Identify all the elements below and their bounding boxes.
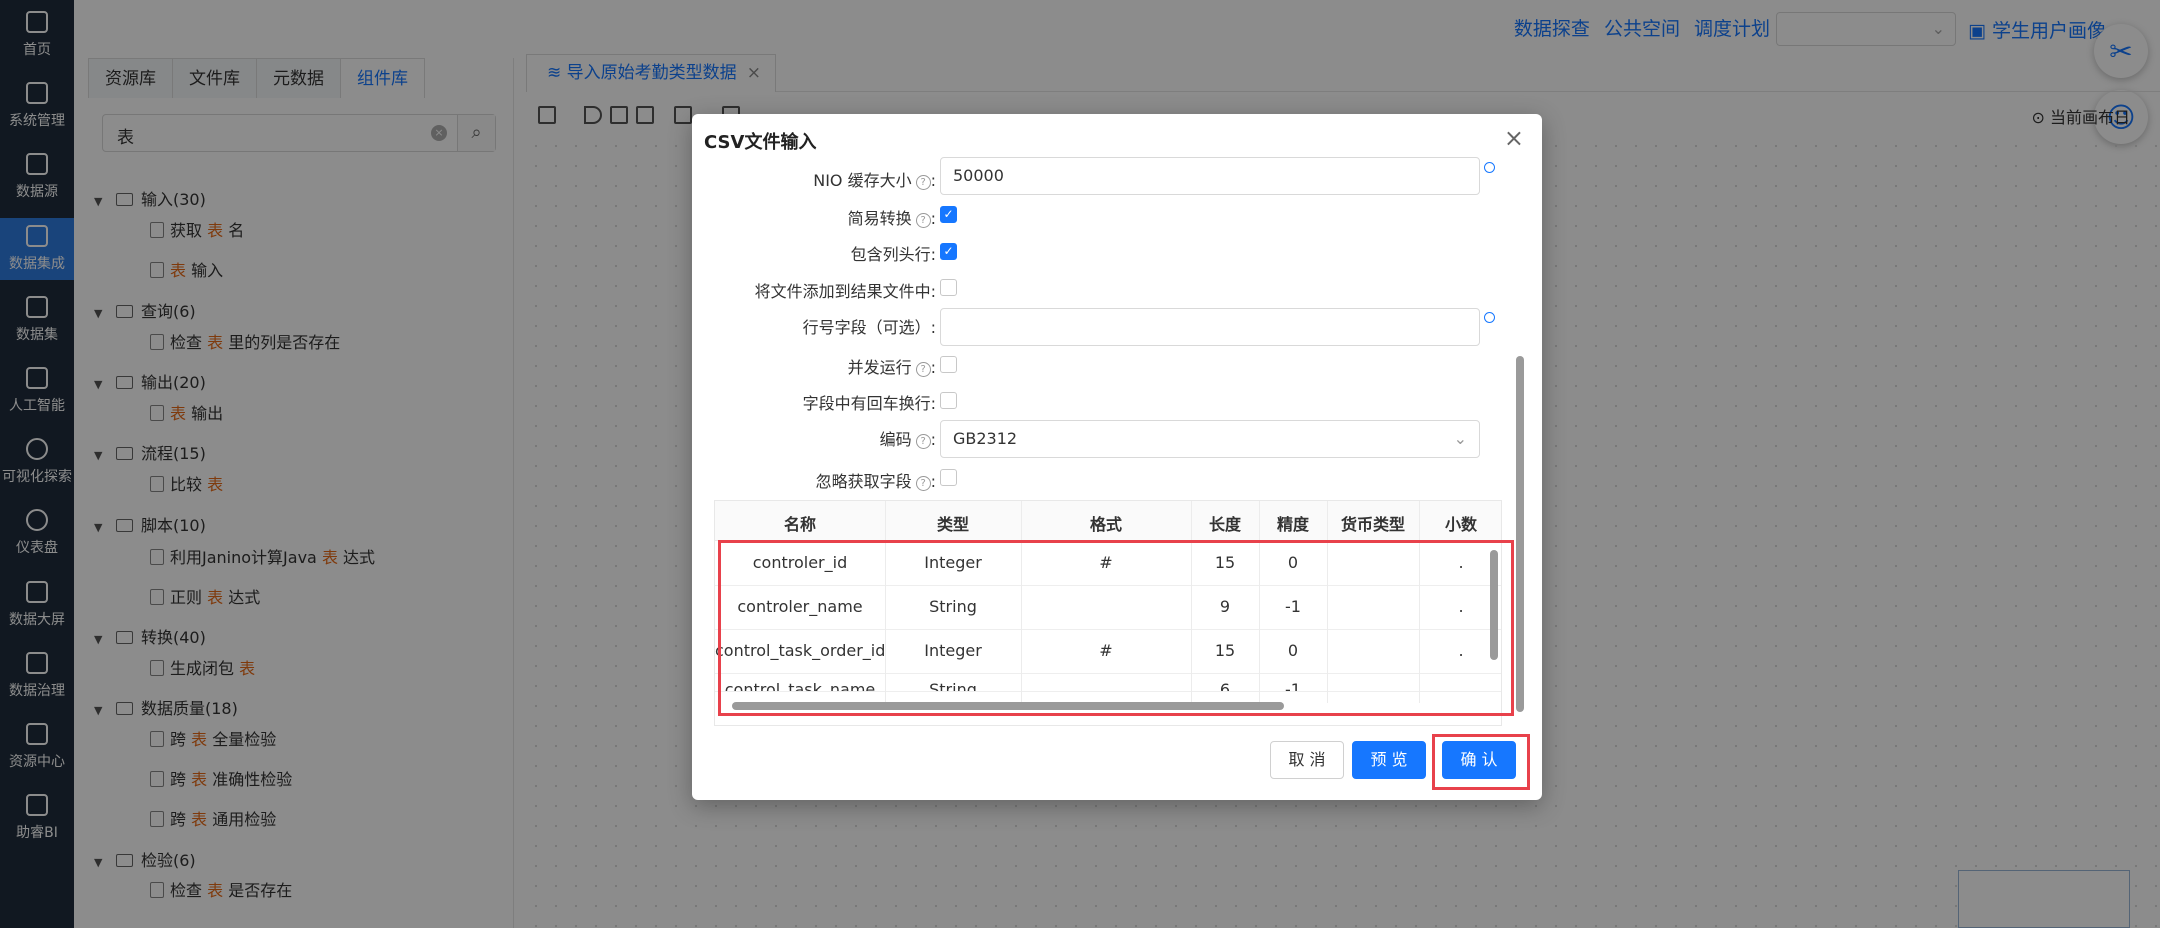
rownum-field-input[interactable] xyxy=(940,308,1480,346)
lazy-label: 简易转换 xyxy=(847,209,912,228)
highlight-box-table xyxy=(718,540,1514,716)
nio-buffer-input[interactable]: 50000 xyxy=(940,157,1480,195)
help-icon[interactable]: ? xyxy=(915,213,931,228)
newline-label: 字段中有回车换行: xyxy=(802,394,936,413)
ignore-row: 忽略获取字段?: xyxy=(815,472,936,491)
column-header[interactable]: 精度 xyxy=(1259,511,1327,535)
addfile-label: 将文件添加到结果文件中: xyxy=(754,282,936,301)
lazy-conversion-checkbox[interactable]: ✓ xyxy=(940,206,957,223)
column-header[interactable]: 格式 xyxy=(1021,511,1191,535)
highlight-box-confirm xyxy=(1432,734,1530,790)
header-row: 包含列头行: xyxy=(0,233,936,269)
rownum-label: 行号字段（可选）: xyxy=(802,318,936,337)
dialog-scrollbar[interactable] xyxy=(1516,356,1524,712)
help-icon[interactable]: ? xyxy=(915,434,931,449)
newline-row: 字段中有回车换行: xyxy=(0,382,936,418)
encoding-label: 编码 xyxy=(879,430,912,449)
encoding-select[interactable]: GB2312 ⌄ xyxy=(940,420,1480,458)
info-icon[interactable] xyxy=(1484,312,1495,323)
nio-label: NIO 缓存大小 xyxy=(813,171,912,190)
parallel-label: 并发运行 xyxy=(847,358,912,377)
ignore-fields-checkbox[interactable] xyxy=(940,469,957,486)
preview-button[interactable]: 预 览 xyxy=(1352,741,1426,779)
cancel-button[interactable]: 取 消 xyxy=(1270,741,1344,779)
help-icon[interactable]: ? xyxy=(915,476,931,491)
newline-checkbox[interactable] xyxy=(940,392,957,409)
column-header[interactable]: 长度 xyxy=(1191,511,1259,535)
nio-row: NIO 缓存大小?: xyxy=(813,171,936,190)
dialog-title: CSV文件输入 xyxy=(704,132,817,153)
lazy-row: 简易转换?: xyxy=(847,209,936,228)
chevron-down-icon: ⌄ xyxy=(1453,429,1467,448)
encoding-row: 编码?: xyxy=(879,430,936,449)
column-header[interactable]: 小数 xyxy=(1419,511,1503,535)
parallel-row: 并发运行?: xyxy=(847,358,936,377)
column-header[interactable]: 类型 xyxy=(885,511,1021,535)
table-header: 名称 类型 格式 长度 精度 货币类型 小数 xyxy=(715,501,1501,541)
encoding-value: GB2312 xyxy=(953,429,1018,448)
ignore-label: 忽略获取字段 xyxy=(815,472,912,491)
rownum-row: 行号字段（可选）: xyxy=(0,306,936,342)
add-to-result-checkbox[interactable] xyxy=(940,279,957,296)
help-icon[interactable]: ? xyxy=(915,362,931,377)
column-header[interactable]: 名称 xyxy=(715,511,885,535)
close-icon[interactable]: × xyxy=(1504,124,1524,152)
header-label: 包含列头行: xyxy=(850,245,936,264)
column-header[interactable]: 货币类型 xyxy=(1327,511,1419,535)
parallel-checkbox[interactable] xyxy=(940,356,957,373)
addfile-row: 将文件添加到结果文件中: xyxy=(0,270,936,306)
help-icon[interactable]: ? xyxy=(915,175,931,190)
info-icon[interactable] xyxy=(1484,162,1495,173)
header-row-checkbox[interactable]: ✓ xyxy=(940,243,957,260)
